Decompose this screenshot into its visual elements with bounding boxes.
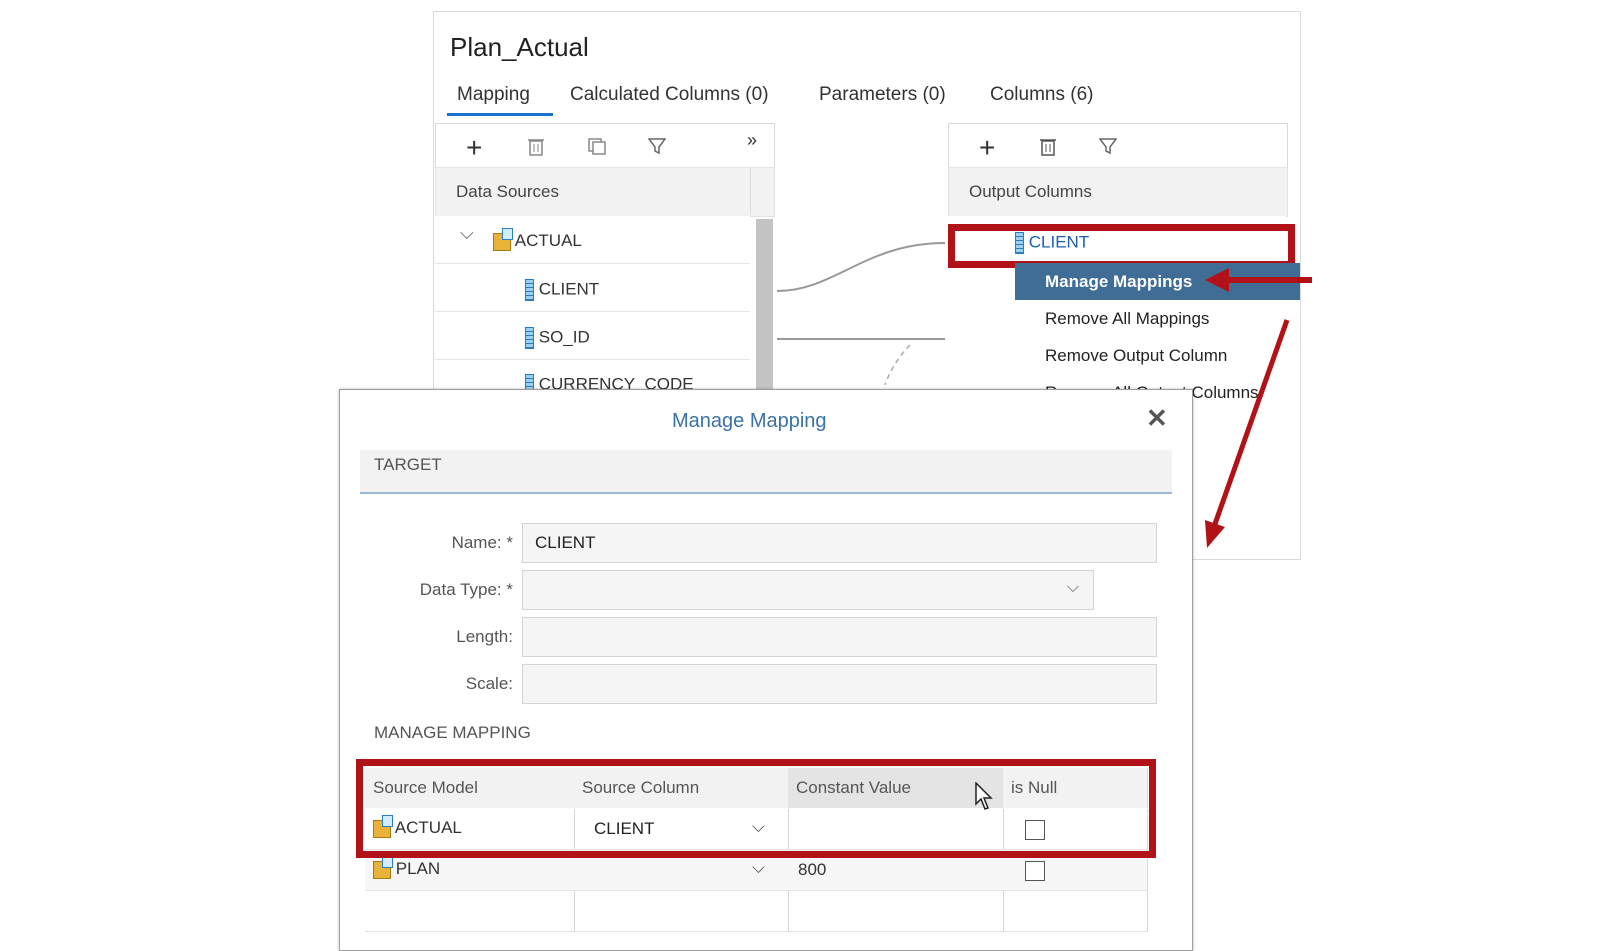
expand-icon[interactable]: » (747, 130, 757, 151)
tree-row-so-id[interactable] (435, 312, 750, 360)
cell-empty (365, 891, 575, 932)
model-label: PLAN (395, 859, 441, 878)
active-tab-indicator (447, 113, 553, 116)
length-label: Length: (456, 627, 513, 646)
scale-field[interactable] (522, 664, 1157, 704)
close-icon[interactable]: ✕ (1146, 403, 1168, 434)
table-icon (493, 227, 513, 251)
highlight-box-mapping-table (356, 759, 1156, 858)
tab-parameters[interactable]: Parameters (0) (819, 84, 946, 106)
output-columns-label: Output Columns (969, 182, 1092, 201)
tab-mapping[interactable]: Mapping (457, 84, 530, 106)
tree-item-so-id: SO_ID (525, 327, 590, 349)
column-icon (525, 327, 534, 349)
mapping-section-label: MANAGE MAPPING (374, 723, 531, 742)
source-model-value: PLAN (373, 855, 441, 879)
name-label: Name: * (451, 533, 513, 552)
is-null-checkbox[interactable] (1025, 861, 1045, 881)
cell-empty (788, 891, 1004, 932)
length-field[interactable] (522, 617, 1157, 657)
column-label: CLIENT (538, 279, 600, 299)
column-icon (525, 279, 534, 301)
data-sources-label: Data Sources (456, 182, 559, 201)
chevron-down-icon: ⌵ (1066, 579, 1079, 596)
chevron-down-icon: ⌵ (752, 858, 765, 877)
scrollbar[interactable] (756, 219, 773, 389)
delete-icon[interactable] (527, 136, 545, 156)
table-icon (373, 855, 393, 879)
annotation-arrows (1205, 268, 1312, 548)
cell-empty (574, 891, 789, 932)
data-sources-header: Data Sources (435, 167, 775, 217)
copy-icon[interactable] (587, 137, 607, 155)
tab-columns[interactable]: Columns (6) (990, 84, 1093, 106)
right-toolbar (948, 123, 1288, 169)
filter-icon[interactable] (648, 137, 666, 155)
data-type-select[interactable]: ⌵ (522, 570, 1094, 610)
chevron-down-icon[interactable]: ⌵ (460, 223, 474, 244)
name-field[interactable]: CLIENT (522, 523, 1157, 563)
target-section-label: TARGET (374, 455, 442, 474)
tab-calculated-columns[interactable]: Calculated Columns (0) (570, 84, 769, 106)
source-label: ACTUAL (514, 231, 582, 250)
scale-label: Scale: (465, 674, 513, 693)
output-columns-header: Output Columns (948, 167, 1288, 217)
target-section-header (360, 450, 1172, 494)
tree-row-actual[interactable] (435, 216, 750, 264)
dialog-title: Manage Mapping (672, 410, 827, 432)
page-title: Plan_Actual (450, 32, 589, 62)
data-type-label: Data Type: * (419, 580, 513, 599)
mapping-connector-lines (776, 242, 946, 385)
constant-value: 800 (798, 860, 827, 879)
divider (750, 167, 751, 215)
delete-icon[interactable] (1039, 136, 1057, 156)
column-label: SO_ID (538, 327, 590, 347)
add-icon[interactable]: + (979, 132, 995, 164)
cell-empty (1003, 891, 1148, 932)
tree-item-actual: ACTUAL (493, 227, 582, 251)
add-icon[interactable]: + (466, 132, 482, 164)
filter-icon[interactable] (1099, 137, 1117, 155)
tree-item-client: CLIENT (525, 279, 599, 301)
name-value: CLIENT (535, 533, 596, 552)
